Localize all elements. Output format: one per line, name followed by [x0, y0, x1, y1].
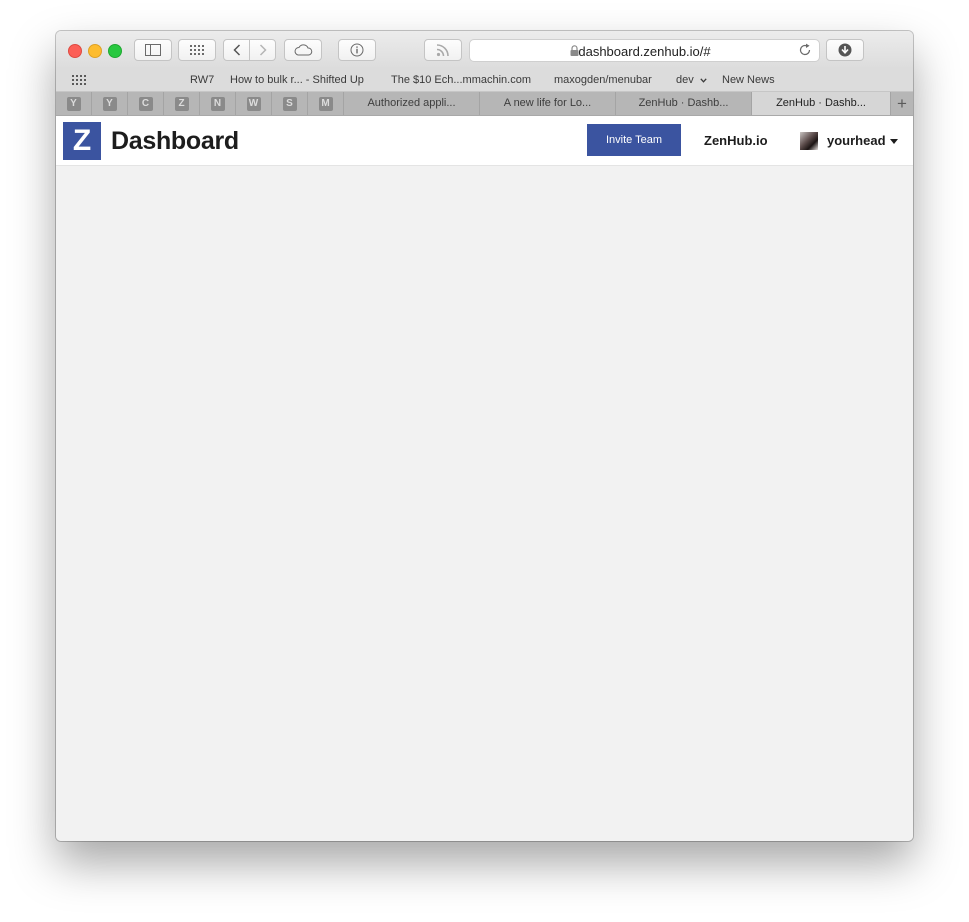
- bookmark-folder-dev[interactable]: dev: [676, 74, 707, 86]
- pinned-tab[interactable]: W: [236, 92, 272, 115]
- forward-button[interactable]: [249, 39, 276, 61]
- caret-down-icon[interactable]: [890, 139, 898, 144]
- bookmark-item[interactable]: maxogden/menubar: [554, 74, 652, 86]
- sidebar-toggle-button[interactable]: [134, 39, 172, 61]
- pinned-tab-favicon: S: [282, 96, 297, 111]
- back-button[interactable]: [223, 39, 250, 61]
- bookmarks-grid-icon[interactable]: [72, 75, 86, 85]
- rss-button[interactable]: [424, 39, 462, 61]
- bookmark-folder-label: dev: [676, 74, 694, 86]
- bookmark-item[interactable]: New News: [722, 74, 775, 86]
- bookmark-item[interactable]: How to bulk r... - Shifted Up: [230, 74, 364, 86]
- downloads-button[interactable]: [826, 39, 864, 61]
- pinned-tab[interactable]: Y: [56, 92, 92, 115]
- pinned-tab[interactable]: M: [308, 92, 344, 115]
- browser-tab[interactable]: A new life for Lo...: [480, 92, 616, 115]
- bookmark-item[interactable]: RW7: [190, 74, 214, 86]
- top-sites-button[interactable]: [178, 39, 216, 61]
- pinned-tab-favicon: M: [318, 96, 333, 111]
- pinned-tab[interactable]: S: [272, 92, 308, 115]
- pinned-tab[interactable]: Y: [92, 92, 128, 115]
- bookmark-item[interactable]: The $10 Ech...mmachin.com: [391, 74, 531, 86]
- browser-toolbar: dashboard.zenhub.io/#: [56, 31, 913, 69]
- info-button[interactable]: [338, 39, 376, 61]
- pinned-tab[interactable]: Z: [164, 92, 200, 115]
- pinned-tab[interactable]: N: [200, 92, 236, 115]
- pinned-tab[interactable]: C: [128, 92, 164, 115]
- bookmarks-bar: RW7 How to bulk r... - Shifted Up The $1…: [56, 69, 913, 92]
- pinned-tab-favicon: N: [210, 96, 225, 111]
- page-title: Dashboard: [111, 127, 239, 155]
- pinned-tab-favicon: Z: [174, 96, 189, 111]
- dashboard-content: [56, 166, 913, 841]
- reload-icon[interactable]: [798, 43, 812, 57]
- pinned-tab-favicon: W: [246, 96, 261, 111]
- close-window-button[interactable]: [68, 44, 82, 58]
- rss-icon: [436, 44, 449, 57]
- chevron-right-icon: [259, 44, 267, 56]
- browser-tab[interactable]: Authorized appli...: [344, 92, 480, 115]
- download-icon: [838, 43, 852, 57]
- browser-window: dashboard.zenhub.io/# RW7 How to bulk r.…: [56, 31, 913, 841]
- tab-bar: Y Y C Z N W S M Authorized appli... A ne…: [56, 92, 913, 116]
- browser-tab-active[interactable]: ZenHub · Dashb...: [752, 92, 891, 115]
- cloud-icon: [294, 44, 313, 56]
- pinned-tab-favicon: Y: [66, 96, 81, 111]
- url-text: dashboard.zenhub.io/#: [578, 44, 711, 59]
- sidebar-icon: [145, 44, 161, 56]
- maximize-window-button[interactable]: [108, 44, 122, 58]
- zenhub-site-link[interactable]: ZenHub.io: [704, 133, 768, 148]
- info-icon: [350, 43, 364, 57]
- chevron-down-icon: [700, 77, 707, 83]
- minimize-window-button[interactable]: [88, 44, 102, 58]
- invite-team-button[interactable]: Invite Team: [587, 124, 681, 156]
- browser-tab[interactable]: ZenHub · Dashb...: [616, 92, 752, 115]
- grid-icon: [190, 45, 204, 55]
- navigation-buttons: [223, 39, 277, 61]
- address-bar[interactable]: dashboard.zenhub.io/#: [469, 39, 820, 62]
- pinned-tab-favicon: Y: [102, 96, 117, 111]
- app-header: Z Dashboard Invite Team ZenHub.io yourhe…: [56, 116, 913, 166]
- user-menu[interactable]: yourhead: [827, 133, 886, 148]
- icloud-tabs-button[interactable]: [284, 39, 322, 61]
- avatar[interactable]: [800, 132, 818, 150]
- zenhub-logo[interactable]: Z: [63, 122, 101, 160]
- pinned-tab-favicon: C: [138, 96, 153, 111]
- new-tab-button[interactable]: +: [891, 92, 913, 115]
- chevron-left-icon: [232, 44, 240, 56]
